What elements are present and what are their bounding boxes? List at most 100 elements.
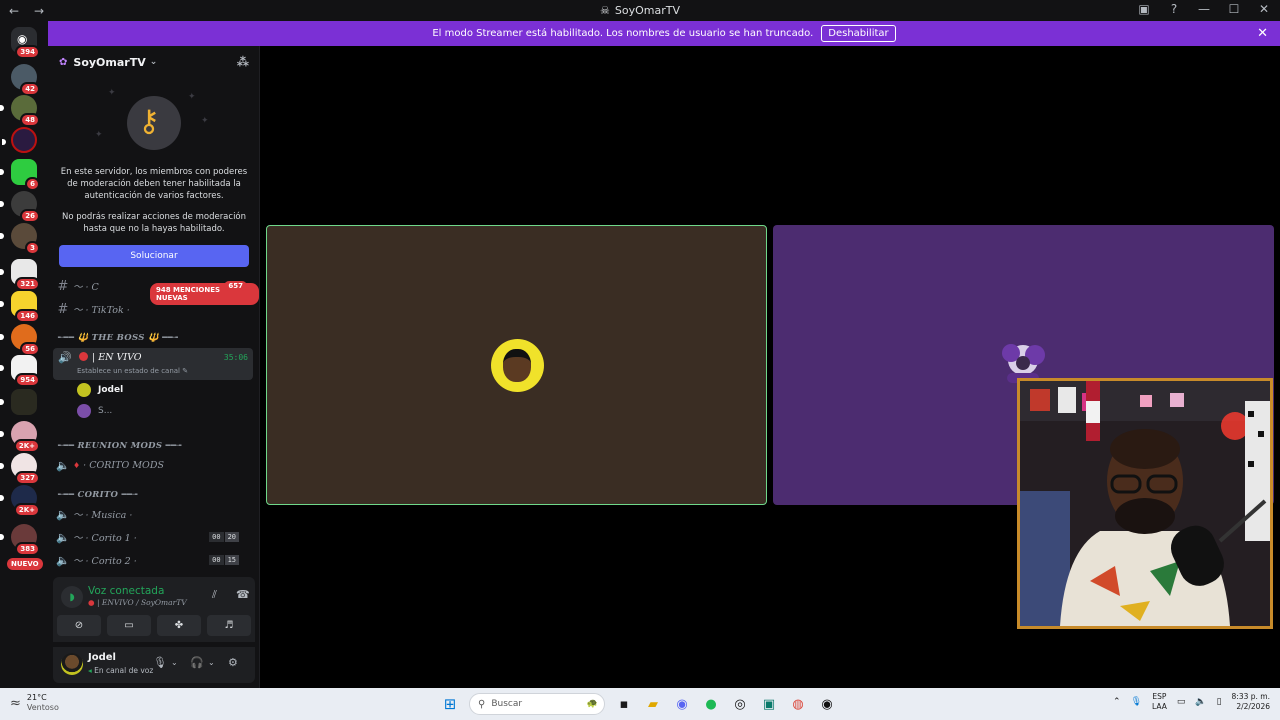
obs-icon[interactable]: ◎ bbox=[730, 694, 750, 714]
discord-app-icon[interactable]: ◉ bbox=[672, 694, 692, 714]
clock[interactable]: 8:33 p. m. 2/2/2026 bbox=[1232, 692, 1270, 712]
voice-channel-musica[interactable]: 🔈 〜 · Musica · bbox=[53, 504, 253, 524]
avatar bbox=[77, 383, 91, 397]
avatar-face bbox=[503, 349, 531, 382]
add-member-icon[interactable]: ⁂ bbox=[237, 55, 249, 69]
streaming-app-icon[interactable]: ◉ bbox=[817, 694, 837, 714]
sparkle-icon: ✦ bbox=[201, 116, 209, 126]
server-icon-5[interactable]: 26 bbox=[0, 191, 40, 223]
server-icon-6[interactable]: 3 bbox=[0, 223, 40, 255]
mic-icon[interactable]: 🎙 bbox=[1131, 697, 1142, 707]
chrome-icon[interactable]: ◍ bbox=[788, 694, 808, 714]
disconnect-icon[interactable]: ☎ bbox=[236, 588, 250, 601]
channel-status-prompt[interactable]: Establece un estado de canal ✎ bbox=[77, 367, 188, 375]
voice-user[interactable]: S... bbox=[77, 402, 112, 420]
server-badge: 327 bbox=[15, 471, 40, 485]
channel-name: | EN VIVO bbox=[92, 352, 142, 363]
network-icon[interactable]: ▭ bbox=[1177, 697, 1186, 707]
file-explorer-icon[interactable]: ▰ bbox=[643, 694, 663, 714]
server-header[interactable]: ✿ SoyOmarTV ⌄ ⁂ bbox=[48, 46, 259, 78]
help-icon[interactable]: ? bbox=[1166, 2, 1182, 16]
unread-pill bbox=[0, 169, 4, 175]
server-icon-1[interactable]: 42 bbox=[11, 64, 40, 96]
server-icon-12[interactable]: 2K+ bbox=[0, 421, 40, 453]
screen-share-button[interactable]: ▭ bbox=[107, 615, 151, 636]
terminal-icon[interactable]: ▣ bbox=[759, 694, 779, 714]
camera-off-button[interactable]: ⊘ bbox=[57, 615, 101, 636]
close-icon[interactable]: ✕ bbox=[1257, 26, 1268, 41]
server-icon-10[interactable]: 954 bbox=[0, 355, 40, 387]
chevron-down-icon[interactable]: ⌄ bbox=[171, 658, 178, 667]
inbox-icon[interactable]: ▣ bbox=[1136, 2, 1152, 16]
server-badge: 146 bbox=[15, 309, 40, 323]
disable-streamer-button[interactable]: Deshabilitar bbox=[821, 25, 896, 42]
category-the-boss[interactable]: ╾━━ 🔱 THE BOSS 🔱 ━━╼ bbox=[58, 333, 178, 343]
unread-pill bbox=[0, 269, 4, 275]
close-button[interactable]: ✕ bbox=[1256, 2, 1272, 16]
mic-icon[interactable]: 🎙 bbox=[153, 656, 167, 669]
server-icon-14[interactable]: 2K+ bbox=[0, 485, 40, 517]
voice-channel-en-vivo[interactable]: 🔊 | EN VIVO Establece un estado de canal… bbox=[53, 348, 253, 380]
window-controls: ▣ ? — ☐ ✕ bbox=[1136, 2, 1272, 16]
voice-user-name: Jodel bbox=[98, 385, 124, 395]
sparkle-icon: ✦ bbox=[95, 130, 103, 140]
taskbar-search[interactable]: ⚲ Buscar 🐢 bbox=[469, 693, 605, 715]
headphones-icon[interactable]: 🎧 bbox=[190, 656, 204, 669]
server-icon-8[interactable]: 146 bbox=[0, 291, 40, 323]
clock-time: 8:33 p. m. bbox=[1231, 692, 1270, 701]
voice-channel-corito-mods[interactable]: 🔈 ♦ · CORITO MODS bbox=[53, 455, 253, 475]
category-corito[interactable]: ╾━━ CORITO ━━╼ bbox=[58, 490, 138, 500]
participant-tile-speaking[interactable] bbox=[266, 225, 767, 505]
chevron-up-icon[interactable]: ⌃ bbox=[1113, 697, 1121, 707]
lang-line-2: LAA bbox=[1152, 702, 1167, 711]
unread-pill bbox=[0, 399, 4, 405]
server-icon-3[interactable] bbox=[2, 127, 37, 153]
server-icon-11[interactable] bbox=[0, 389, 37, 415]
spotify-icon[interactable]: ● bbox=[701, 694, 721, 714]
server-name: SoyOmarTV bbox=[73, 55, 146, 69]
battery-icon[interactable]: ▯ bbox=[1217, 697, 1222, 707]
weather-temp: 21°C bbox=[26, 693, 47, 702]
username[interactable]: Jodel bbox=[88, 652, 116, 663]
unread-pill bbox=[0, 233, 4, 239]
server-icon-13[interactable]: 327 bbox=[0, 453, 40, 485]
server-icon-9[interactable]: 56 bbox=[0, 324, 40, 356]
server-icon-4[interactable]: 6 bbox=[0, 159, 40, 191]
avatar[interactable] bbox=[61, 653, 83, 675]
language-indicator[interactable]: ESP LAA bbox=[1152, 692, 1167, 712]
channel-item-tiktok[interactable]: # 〜 · TikTok · bbox=[53, 299, 253, 319]
search-placeholder: Buscar bbox=[491, 699, 523, 709]
soundboard-button[interactable]: ♬ bbox=[207, 615, 251, 636]
channel-name: 〜 · Corito 1 · bbox=[73, 533, 137, 544]
gear-icon[interactable]: ⚙ bbox=[228, 656, 238, 669]
voice-status-title[interactable]: Voz conectada bbox=[88, 585, 164, 597]
windows-start-icon[interactable]: ⊞ bbox=[440, 694, 460, 714]
server-badge: 321 bbox=[15, 277, 40, 291]
server-icon-15[interactable]: 383 bbox=[0, 524, 40, 556]
category-reunion-mods[interactable]: ╾━━ REUNION MODS ━━╼ bbox=[58, 441, 182, 451]
weather-widget[interactable]: ≈ 21°C Ventoso bbox=[10, 693, 59, 713]
noise-suppression-icon[interactable]: ⫽ bbox=[212, 588, 217, 602]
taskbar-apps: ⊞ ⚲ Buscar 🐢 ▪ ▰ ◉ ● ◎ ▣ ◍ ◉ bbox=[440, 693, 837, 715]
signal-icon[interactable]: ◗ bbox=[61, 586, 83, 608]
server-badge: 2K+ bbox=[13, 503, 40, 517]
channel-name-wrap: | EN VIVO bbox=[79, 352, 142, 363]
fix-mfa-button[interactable]: Solucionar bbox=[59, 245, 249, 267]
user-status: ◂ En canal de voz bbox=[88, 666, 153, 675]
server-icon-7[interactable]: 321 bbox=[0, 259, 40, 291]
server-icon-2[interactable]: 48 bbox=[0, 95, 40, 127]
activities-button[interactable]: ✤ bbox=[157, 615, 201, 636]
chevron-down-icon[interactable]: ⌄ bbox=[208, 658, 215, 667]
voice-channel-link[interactable]: ● | ENVIVO / SoyOmarTV bbox=[88, 598, 187, 607]
speaker-icon: ◂ bbox=[88, 666, 92, 675]
volume-icon[interactable]: 🔈 bbox=[1195, 697, 1206, 707]
live-dot bbox=[79, 352, 88, 361]
home-button[interactable]: ◉ 394 bbox=[11, 27, 40, 59]
task-view-icon[interactable]: ▪ bbox=[614, 694, 634, 714]
voice-user[interactable]: Jodel bbox=[77, 381, 123, 399]
user-status-text: En canal de voz bbox=[94, 666, 154, 675]
server-badge: 6 bbox=[25, 177, 40, 191]
new-badge: NUEVO bbox=[7, 558, 43, 570]
maximize-button[interactable]: ☐ bbox=[1226, 2, 1242, 16]
minimize-button[interactable]: — bbox=[1196, 2, 1212, 16]
